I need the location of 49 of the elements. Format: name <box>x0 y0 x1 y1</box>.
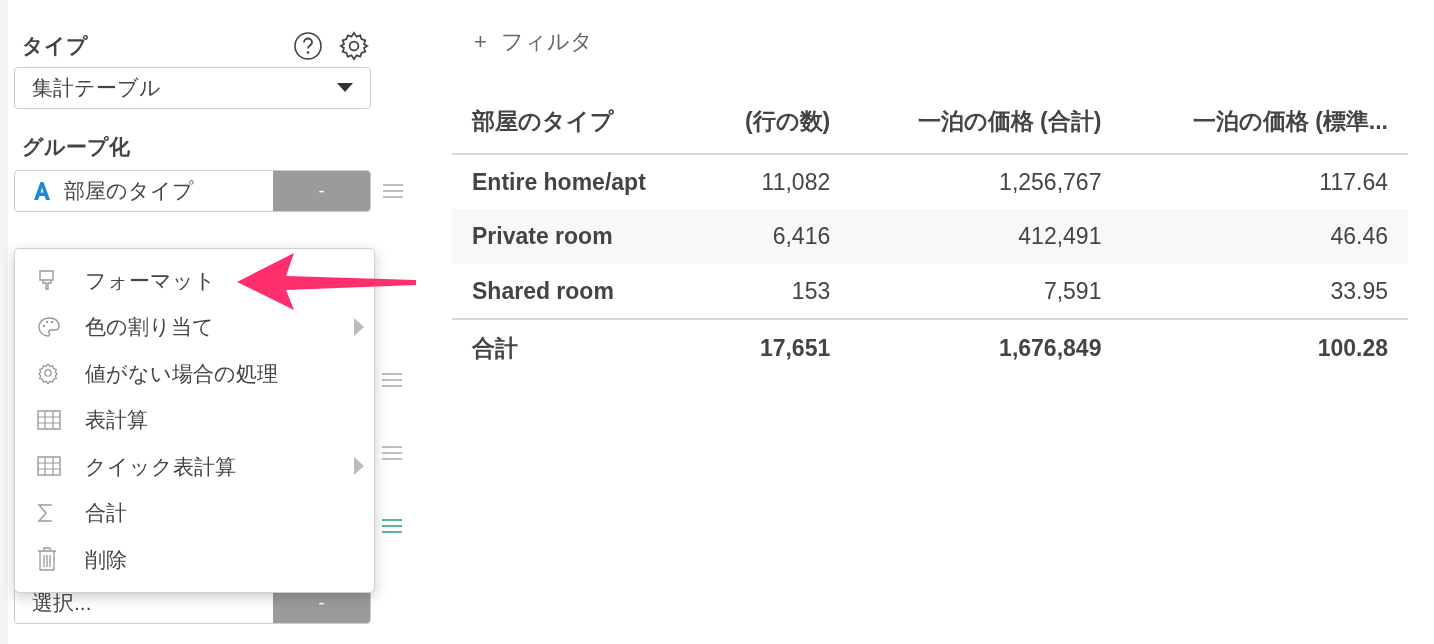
menu-item[interactable]: 表計算 <box>15 396 374 443</box>
total-cell: 1,676,849 <box>850 319 1122 377</box>
table-cell: Entire home/apt <box>452 154 710 209</box>
column-header: 一泊の価格 (合計) <box>850 90 1122 154</box>
table-cell: 1,256,767 <box>850 154 1122 209</box>
field-select[interactable]: 部屋のタイプ - <box>14 170 371 212</box>
menu-item[interactable]: 削除 <box>15 536 374 583</box>
add-filter-button[interactable]: + フィルタ <box>474 25 1408 58</box>
type-select[interactable]: 集計テーブル <box>14 66 371 109</box>
trash-icon <box>37 547 57 572</box>
table-cell: 6,416 <box>710 209 851 264</box>
text-type-icon <box>32 181 52 201</box>
settings-icon[interactable] <box>339 30 369 61</box>
total-cell: 17,651 <box>710 319 851 377</box>
table-cell: Shared room <box>452 264 710 319</box>
table-cell: 153 <box>710 264 851 319</box>
menu-item[interactable]: 色の割り当て <box>15 303 374 350</box>
field-value: 部屋のタイプ <box>64 178 194 205</box>
drag-handle-icon[interactable] <box>381 518 403 534</box>
column-header: (行の数) <box>710 90 851 154</box>
menu-item[interactable]: 合計 <box>15 489 374 536</box>
drag-handle-icon[interactable] <box>382 183 404 199</box>
palette-icon <box>37 315 61 338</box>
section-label: グループ化 <box>22 133 131 160</box>
field-value: 選択... <box>32 590 92 617</box>
total-cell: 合計 <box>452 319 710 377</box>
menu-item[interactable]: フォーマット <box>15 257 374 304</box>
dropdown-caret-icon <box>337 82 353 93</box>
sigma-icon <box>37 502 55 523</box>
table-icon <box>37 409 61 430</box>
gear-icon <box>37 362 59 385</box>
column-header: 一泊の価格 (標準... <box>1121 90 1408 154</box>
column-header: 部屋のタイプ <box>452 90 710 154</box>
menu-item[interactable]: 値がない場合の処理 <box>15 350 374 397</box>
menu-item[interactable]: クイック表計算 <box>15 443 374 490</box>
total-cell: 100.28 <box>1121 319 1408 377</box>
help-icon[interactable] <box>293 30 323 61</box>
table-cell: 33.95 <box>1121 264 1408 319</box>
brush-icon <box>37 269 57 292</box>
table-icon <box>37 456 61 477</box>
drag-handle-icon[interactable] <box>381 445 403 461</box>
table-cell: 117.64 <box>1121 154 1408 209</box>
table-cell: Private room <box>452 209 710 264</box>
table-cell: 11,082 <box>710 154 851 209</box>
table-cell: 7,591 <box>850 264 1122 319</box>
section-label: タイプ <box>22 33 88 59</box>
table-cell: 412,491 <box>850 209 1122 264</box>
table-cell: 46.46 <box>1121 209 1408 264</box>
drag-handle-icon[interactable] <box>381 372 403 388</box>
